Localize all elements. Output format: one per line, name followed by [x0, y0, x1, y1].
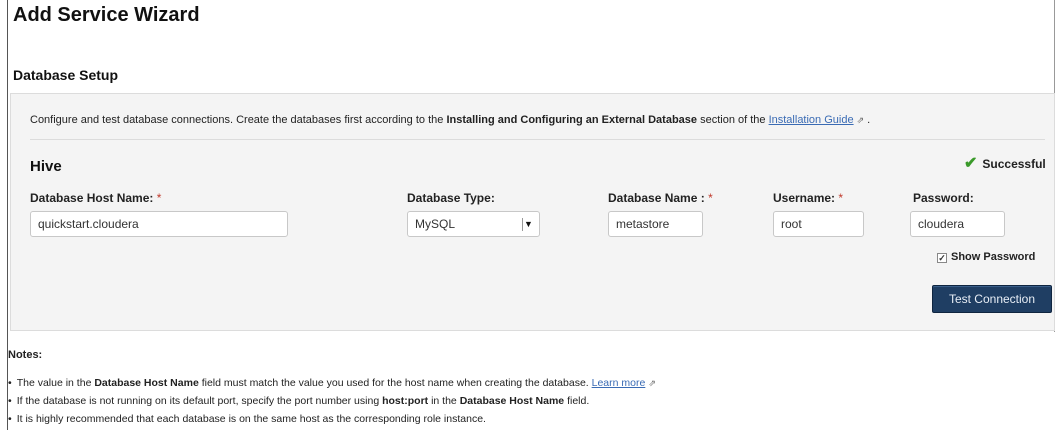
required-marker: *	[708, 191, 713, 205]
note-text: field must match the value you used for …	[198, 377, 592, 389]
type-label: Database Type:	[407, 191, 495, 205]
note-text: It is highly recommended that each datab…	[16, 413, 486, 425]
note-bold: Database Host Name	[94, 377, 199, 389]
username-label: Username: *	[773, 191, 843, 205]
service-name: Hive	[30, 158, 62, 175]
password-label-text: Password:	[913, 191, 974, 205]
bullet-icon: •	[8, 413, 12, 425]
username-input[interactable]: root	[773, 211, 864, 237]
note-item: • The value in the Database Host Name fie…	[8, 377, 656, 389]
intro-text-part: section of the	[697, 114, 769, 126]
host-label-text: Database Host Name:	[30, 191, 154, 205]
external-link-icon: ⇗	[648, 378, 656, 388]
database-type-value: MySQL	[415, 217, 456, 231]
intro-text-part: .	[864, 114, 871, 126]
password-input[interactable]: cloudera	[910, 211, 1005, 237]
page-title: Add Service Wizard	[13, 4, 200, 26]
checkmark-icon: ✔	[964, 155, 978, 172]
external-link-icon: ⇗	[856, 115, 865, 125]
bullet-icon: •	[8, 395, 12, 407]
test-connection-button[interactable]: Test Connection	[932, 285, 1052, 313]
host-label: Database Host Name: *	[30, 191, 161, 205]
installation-guide-link[interactable]: Installation Guide	[769, 114, 854, 126]
connection-status: ✔ Successful	[964, 153, 1046, 173]
note-bold: Database Host Name	[459, 395, 565, 407]
intro-text: Configure and test database connections.…	[30, 114, 870, 126]
show-password-label: Show Password	[951, 251, 1036, 263]
note-text: field.	[564, 395, 590, 407]
notes-title: Notes:	[8, 349, 43, 361]
dropdown-arrow-icon: ▼	[522, 218, 534, 231]
note-text: in the	[428, 395, 460, 407]
divider	[30, 139, 1045, 140]
database-type-select[interactable]: MySQL ▼	[407, 211, 540, 237]
checkbox-checked-icon[interactable]: ✓	[937, 253, 947, 263]
note-text: If the database is not running on its de…	[16, 395, 383, 407]
intro-bold-section: Installing and Configuring an External D…	[446, 114, 698, 126]
required-marker: *	[156, 191, 162, 205]
section-title: Database Setup	[13, 67, 119, 83]
dbname-label: Database Name : *	[608, 191, 713, 205]
type-label-text: Database Type:	[407, 191, 495, 205]
host-input[interactable]: quickstart.cloudera	[30, 211, 288, 237]
left-frame-border	[7, 0, 8, 430]
database-name-input[interactable]: metastore	[608, 211, 703, 237]
intro-text-part: Configure and test database connections.…	[30, 114, 447, 126]
status-text: Successful	[982, 157, 1046, 171]
note-item: • It is highly recommended that each data…	[8, 413, 486, 425]
required-marker: *	[838, 191, 844, 205]
bullet-icon: •	[8, 377, 12, 389]
note-text: The value in the	[16, 377, 95, 389]
note-item: • If the database is not running on its d…	[8, 395, 589, 407]
note-bold: host:port	[382, 395, 429, 407]
learn-more-link[interactable]: Learn more	[592, 377, 646, 389]
dbname-label-text: Database Name :	[608, 191, 705, 205]
show-password-toggle[interactable]: ✓ Show Password	[937, 251, 1035, 263]
username-label-text: Username:	[773, 191, 836, 205]
password-label: Password:	[913, 191, 974, 205]
